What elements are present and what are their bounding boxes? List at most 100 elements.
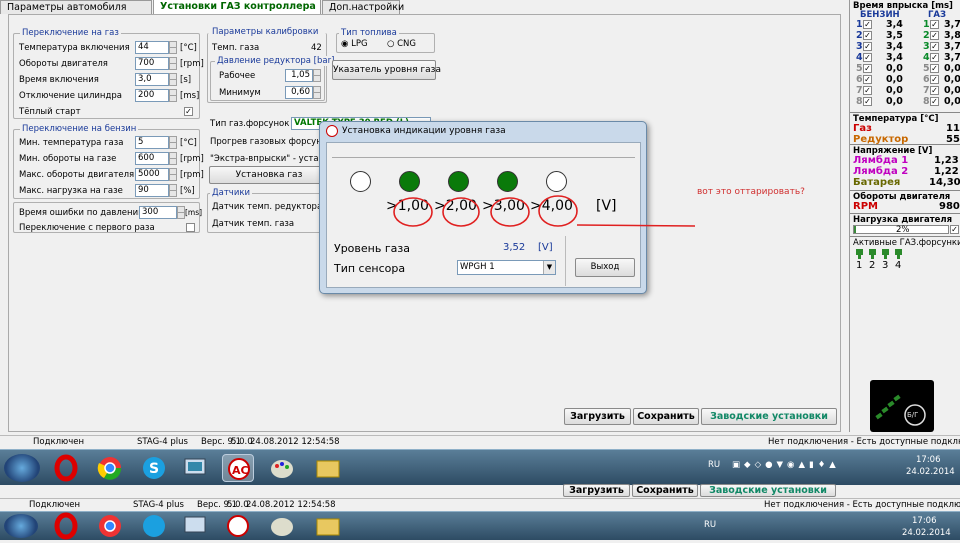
min-pressure-input[interactable]: 0,60 (285, 86, 313, 99)
sensors-group: Датчики Датчик темп. редуктора Датчик те… (207, 188, 327, 233)
install-button[interactable]: Установка газ (209, 166, 329, 184)
gas-injector-checkbox[interactable]: ✓ (930, 42, 939, 51)
gas-injector-checkbox[interactable]: ✓ (930, 75, 939, 84)
load-checkbox[interactable]: ✓ (950, 225, 959, 234)
save-button[interactable]: Сохранить (633, 408, 699, 425)
opera-icon[interactable] (50, 454, 82, 482)
stag-app-icon[interactable] (222, 512, 254, 540)
stepper[interactable] (169, 136, 177, 149)
clock-date[interactable]: 24.02.2014 (906, 467, 955, 477)
calibration-group: Параметры калибровки Темп. газа 42 Давле… (207, 27, 337, 103)
load-button-duplicate[interactable]: Загрузить (563, 484, 630, 497)
max-load-input[interactable]: 90 (135, 184, 169, 197)
gas-injector-checkbox[interactable]: ✓ (930, 86, 939, 95)
folder-icon[interactable] (312, 454, 344, 482)
lpg-radio[interactable]: ◉ LPG (341, 39, 368, 49)
tab-vehicle-params[interactable]: Параметры автомобиля (0, 0, 152, 14)
chevron-down-icon[interactable]: ▼ (543, 261, 555, 274)
active-injector-number: 3 (882, 260, 889, 271)
gas-injector-checkbox[interactable]: ✓ (930, 53, 939, 62)
chrome-icon[interactable] (94, 512, 126, 540)
tray-icons[interactable]: ▣◆◇●▼◉▲▮♦▲ (732, 460, 840, 470)
petrol-injector-checkbox[interactable]: ✓ (863, 97, 872, 106)
gas-level-button[interactable]: Указатель уровня газа (332, 60, 441, 80)
petrol-injector-checkbox[interactable]: ✓ (863, 75, 872, 84)
max-rpm-input[interactable]: 5000 (135, 168, 169, 181)
stepper[interactable] (169, 73, 177, 86)
factory-settings-button[interactable]: Заводские установки (701, 408, 837, 425)
tab-gas-controller[interactable]: Установки ГАЗ контроллера (153, 0, 321, 14)
chrome-icon[interactable] (94, 454, 126, 482)
svg-text:AC: AC (232, 464, 249, 477)
warm-start-checkbox[interactable]: ✓ (184, 107, 193, 116)
paint-icon[interactable] (266, 454, 298, 482)
gas-level-led (497, 171, 518, 192)
skype-icon[interactable]: S (138, 454, 170, 482)
cylinder-off-input[interactable]: 200 (135, 89, 169, 102)
petrol-injector-checkbox[interactable]: ✓ (863, 42, 872, 51)
folder-icon[interactable] (312, 512, 344, 540)
lambda2-label: Лямбда 2 (853, 166, 909, 177)
switch-gauge[interactable]: Б/Г (870, 380, 934, 432)
clock-time[interactable]: 17:06 (916, 455, 941, 465)
network-app-icon[interactable] (180, 512, 212, 540)
start-button[interactable] (4, 454, 40, 482)
network-app-icon[interactable] (180, 454, 212, 482)
factory-button-duplicate[interactable]: Заводские установки (700, 484, 836, 497)
petrol-injection-value: 0,0 (886, 96, 903, 107)
gas-injector-checkbox[interactable]: ✓ (930, 31, 939, 40)
stepper[interactable] (169, 57, 177, 70)
unit: [%] (180, 186, 195, 196)
first-switch-checkbox[interactable] (186, 223, 195, 232)
petrol-injector-checkbox[interactable]: ✓ (863, 53, 872, 62)
lpg-label: LPG (351, 39, 368, 49)
language-indicator[interactable]: RU (708, 460, 720, 470)
stepper[interactable] (177, 206, 185, 219)
clock-date[interactable]: 24.02.2014 (902, 528, 951, 538)
stepper[interactable] (313, 86, 321, 99)
switch-rpm-input[interactable]: 700 (135, 57, 169, 70)
switch-temp-input[interactable]: 44 (135, 41, 169, 54)
tab-extra-settings[interactable]: Доп.настройки (322, 0, 404, 14)
work-pressure-input[interactable]: 1,05 (285, 69, 313, 82)
petrol-injector-checkbox[interactable]: ✓ (863, 20, 872, 29)
divider (565, 236, 566, 286)
stag-app-icon[interactable]: AC (222, 454, 254, 482)
stepper[interactable] (169, 152, 177, 165)
switch-gas-group: Переключение на газ Температура включени… (13, 28, 204, 119)
gas-injector-checkbox[interactable]: ✓ (930, 97, 939, 106)
active-injector-number: 2 (869, 260, 876, 271)
stepper[interactable] (313, 69, 321, 82)
switch-time-input[interactable]: 3,0 (135, 73, 169, 86)
unit: [rpm] (180, 59, 204, 69)
language-indicator[interactable]: RU (704, 520, 716, 530)
opera-icon[interactable] (50, 512, 82, 540)
pressure-error-input[interactable]: 300 (139, 206, 177, 219)
min-gas-temp-input[interactable]: 5 (135, 136, 169, 149)
stepper[interactable] (169, 41, 177, 54)
skype-icon[interactable] (138, 512, 170, 540)
paint-icon[interactable] (266, 512, 298, 540)
petrol-injector-checkbox[interactable]: ✓ (863, 64, 872, 73)
exit-button[interactable]: Выход (575, 258, 635, 277)
save-button-duplicate[interactable]: Сохранить (632, 484, 698, 497)
lambda1-value: 1,23 (934, 155, 959, 166)
petrol-injector-checkbox[interactable]: ✓ (863, 31, 872, 40)
stepper[interactable] (169, 89, 177, 102)
petrol-injection-value: 0,0 (886, 63, 903, 74)
petrol-injection-value: 3,4 (886, 41, 903, 52)
start-button[interactable] (4, 514, 38, 538)
unit: [s] (180, 75, 192, 85)
cng-radio[interactable]: ○ CNG (387, 39, 416, 49)
gas-injector-checkbox[interactable]: ✓ (930, 64, 939, 73)
gas-injector-checkbox[interactable]: ✓ (930, 20, 939, 29)
sensor-type-select[interactable]: WPGH 1 ▼ (457, 260, 556, 275)
petrol-injector-checkbox[interactable]: ✓ (863, 86, 872, 95)
status-bar: Подключен STAG-4 plus Верс. 9.1 5.0.0 24… (0, 435, 960, 448)
load-button[interactable]: Загрузить (564, 408, 631, 425)
clock-time[interactable]: 17:06 (912, 516, 937, 526)
injector-row: 7- ✓ 0,0 7- ✓ 0,0 (856, 85, 960, 96)
min-rpm-input[interactable]: 600 (135, 152, 169, 165)
stepper[interactable] (169, 168, 177, 181)
stepper[interactable] (169, 184, 177, 197)
